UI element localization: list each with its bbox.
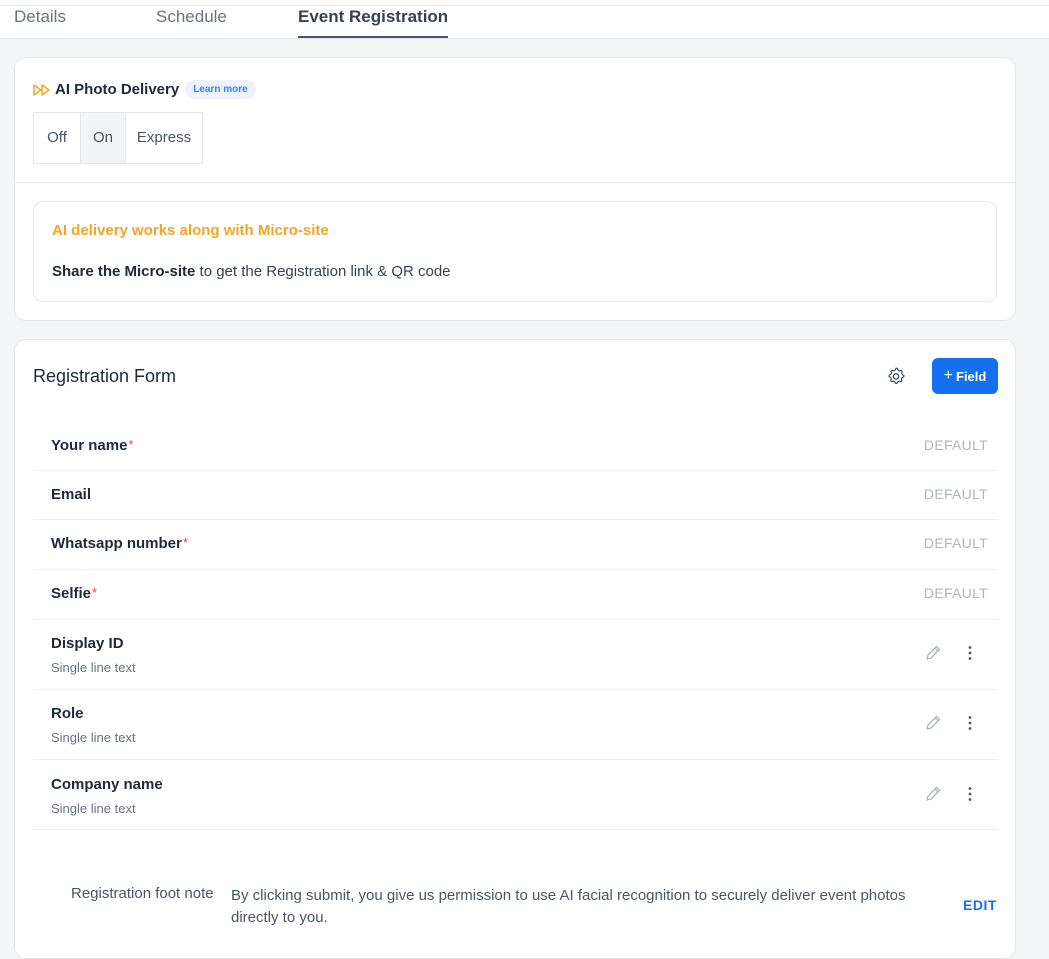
ai-delivery-card: AI Photo Delivery Learn more Off On Expr… xyxy=(14,57,1016,321)
field-row[interactable]: Selfie* DEFAULT xyxy=(33,570,998,620)
field-type: Single line text xyxy=(51,730,136,745)
field-label-text: Whatsapp number xyxy=(51,535,182,552)
foot-note-text: By clicking submit, you give us permissi… xyxy=(231,887,906,926)
add-field-button[interactable]: + Field xyxy=(932,358,998,394)
pencil-icon[interactable] xyxy=(924,785,942,803)
registration-form-card: Registration Form + Field Your name* DEF… xyxy=(14,339,1016,959)
field-label-text: Selfie xyxy=(51,585,92,602)
plus-icon: + xyxy=(943,367,953,384)
card-divider xyxy=(15,182,1015,183)
fast-forward-icon xyxy=(33,83,50,96)
foot-note-label: Registration foot note xyxy=(71,885,214,902)
field-row[interactable]: Email DEFAULT xyxy=(33,471,998,520)
learn-more-link[interactable]: Learn more xyxy=(185,80,256,99)
tab-event-registration[interactable]: Event Registration xyxy=(298,6,449,38)
tab-schedule[interactable]: Schedule xyxy=(156,6,227,38)
field-label: Company name xyxy=(51,776,163,793)
field-label-text: Your name xyxy=(51,437,128,454)
notice-bold: Share the Micro-site xyxy=(52,263,196,280)
field-row[interactable]: Role Single line text xyxy=(33,690,998,760)
notice-text: Share the Micro-site to get the Registra… xyxy=(52,263,451,280)
option-express[interactable]: Express xyxy=(126,113,202,163)
field-label: Display ID xyxy=(51,635,124,652)
microsite-notice: AI delivery works along with Micro-site … xyxy=(33,201,997,302)
default-tag: DEFAULT xyxy=(923,535,988,551)
field-label: Whatsapp number* xyxy=(51,535,188,552)
field-row[interactable]: Your name* DEFAULT xyxy=(33,422,998,471)
notice-title: AI delivery works along with Micro-site xyxy=(52,222,329,239)
required-mark: * xyxy=(92,585,98,600)
tab-details[interactable]: Details xyxy=(14,6,66,38)
notice-rest: to get the Registration link & QR code xyxy=(195,263,451,280)
field-label: Email xyxy=(51,486,91,503)
tab-bar: Details Schedule Event Registration xyxy=(0,0,1049,39)
field-label: Role xyxy=(51,705,84,722)
more-vertical-icon[interactable] xyxy=(962,714,978,732)
default-tag: DEFAULT xyxy=(923,486,988,502)
ai-delivery-toggle: Off On Express xyxy=(33,112,203,164)
field-row[interactable]: Display ID Single line text xyxy=(33,620,998,690)
edit-foot-note-button[interactable]: EDIT xyxy=(963,897,997,913)
gear-icon[interactable] xyxy=(886,366,906,386)
field-row[interactable]: Company name Single line text xyxy=(33,760,998,830)
form-title: Registration Form xyxy=(33,366,177,386)
field-label-text: Email xyxy=(51,486,92,503)
required-mark: * xyxy=(182,535,188,550)
pencil-icon[interactable] xyxy=(924,714,942,732)
field-label: Selfie* xyxy=(51,585,97,602)
add-field-label: Field xyxy=(956,368,987,384)
option-off[interactable]: Off xyxy=(34,113,80,163)
default-tag: DEFAULT xyxy=(923,437,988,453)
field-type: Single line text xyxy=(51,801,136,816)
more-vertical-icon[interactable] xyxy=(962,785,978,803)
field-label: Your name* xyxy=(51,437,133,454)
required-mark: * xyxy=(128,437,134,452)
field-row[interactable]: Whatsapp number* DEFAULT xyxy=(33,520,998,570)
field-type: Single line text xyxy=(51,660,136,675)
ai-delivery-title: AI Photo Delivery xyxy=(55,81,180,98)
option-on[interactable]: On xyxy=(80,113,126,163)
ai-delivery-header: AI Photo Delivery Learn more xyxy=(33,80,256,99)
default-tag: DEFAULT xyxy=(923,585,988,601)
more-vertical-icon[interactable] xyxy=(962,644,978,662)
pencil-icon[interactable] xyxy=(924,644,942,662)
